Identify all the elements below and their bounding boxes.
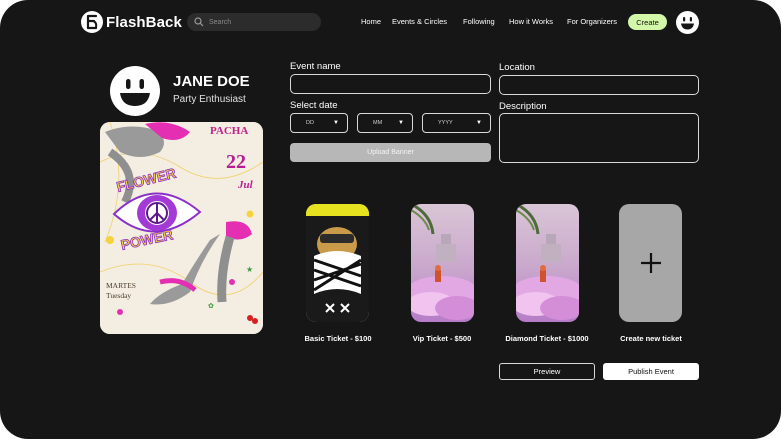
event-name-label: Event name xyxy=(290,61,341,72)
profile-name: JANE DOE xyxy=(173,73,250,90)
create-new-ticket-label: Create new ticket xyxy=(620,334,682,343)
poster-venue: PACHA xyxy=(210,125,248,137)
description-textarea[interactable] xyxy=(499,113,699,163)
date-day-select[interactable]: DD ▼ xyxy=(290,113,348,133)
poster-weekday-en: Tuesday xyxy=(106,291,131,300)
preview-button[interactable]: Preview xyxy=(499,363,595,380)
brand-logo[interactable]: FlashBack xyxy=(81,11,182,33)
location-label: Location xyxy=(499,62,535,73)
search-input[interactable]: Search xyxy=(209,19,231,26)
publish-event-button[interactable]: Publish Event xyxy=(603,363,699,380)
caret-down-icon: ▼ xyxy=(333,120,339,126)
profile-avatar[interactable] xyxy=(110,66,160,116)
poster-weekday: MARTES xyxy=(106,281,136,290)
plus-icon xyxy=(640,253,661,273)
nav-for-organizers-link[interactable]: For Organizers xyxy=(567,17,617,26)
location-input[interactable] xyxy=(499,75,699,95)
poster-day: 22 xyxy=(226,151,246,173)
date-year-value: YYYY xyxy=(438,120,453,126)
flashback-logo-icon xyxy=(81,11,103,33)
date-year-select[interactable]: YYYY ▼ xyxy=(422,113,491,133)
search-icon xyxy=(194,17,204,27)
svg-text:★: ★ xyxy=(246,265,253,274)
create-button[interactable]: Create xyxy=(628,14,667,30)
nav-how-it-works-link[interactable]: How it Works xyxy=(509,17,553,26)
description-label: Description xyxy=(499,101,547,112)
diamond-ticket-card[interactable] xyxy=(516,204,579,322)
user-avatar[interactable] xyxy=(676,11,699,34)
nav-home-link[interactable]: Home xyxy=(361,17,381,26)
diamond-ticket-label: Diamond Ticket - $1000 xyxy=(505,334,589,343)
top-nav: FlashBack Search Home Events & Circles F… xyxy=(0,0,781,44)
brand-name: FlashBack xyxy=(106,13,182,31)
vip-ticket-label: Vip Ticket - $500 xyxy=(412,334,472,343)
add-ticket-button[interactable] xyxy=(619,204,682,322)
app-frame: FlashBack Search Home Events & Circles F… xyxy=(0,0,781,439)
event-name-input[interactable] xyxy=(290,74,491,94)
vip-ticket-card[interactable] xyxy=(411,204,474,322)
diamond-ticket-image xyxy=(516,204,579,322)
vip-ticket-image xyxy=(411,204,474,322)
caret-down-icon: ▼ xyxy=(398,120,404,126)
nav-events-circles-link[interactable]: Events & Circles xyxy=(392,17,447,26)
smiley-avatar-icon xyxy=(681,17,694,30)
caret-down-icon: ▼ xyxy=(476,120,482,126)
date-month-select[interactable]: MM ▼ xyxy=(357,113,413,133)
nav-following-link[interactable]: Following xyxy=(463,17,495,26)
event-poster-image: PACHA 22 Jul FLOWER POWER MARTES Tuesday… xyxy=(100,122,263,334)
basic-ticket-card[interactable] xyxy=(306,204,369,322)
upload-banner-button[interactable]: Upload Banner xyxy=(290,143,491,162)
basic-ticket-image xyxy=(306,204,369,322)
search-bar[interactable]: Search xyxy=(187,13,321,31)
profile-role: Party Enthusiast xyxy=(173,94,246,105)
select-date-label: Select date xyxy=(290,100,338,111)
basic-ticket-label: Basic Ticket - $100 xyxy=(304,334,372,343)
poster-month: Jul xyxy=(237,179,254,191)
date-day-value: DD xyxy=(306,120,314,126)
smiley-avatar-icon xyxy=(120,79,150,106)
svg-text:✿: ✿ xyxy=(208,303,214,310)
date-month-value: MM xyxy=(373,120,383,126)
